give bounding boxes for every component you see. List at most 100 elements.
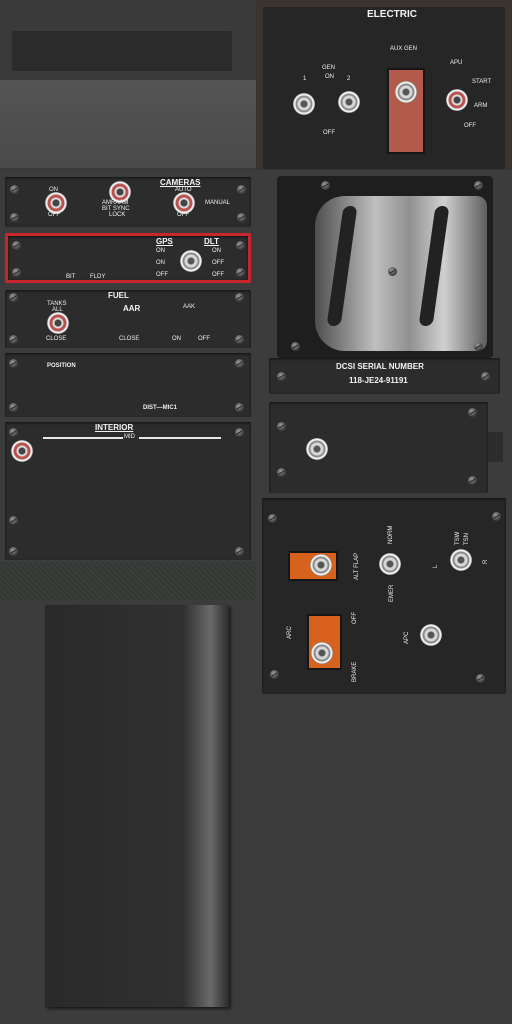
dlt-title: DLT [204, 237, 219, 246]
apu-start-label: START [472, 79, 492, 85]
dcsi-panel: DCSI SERIAL NUMBER 118-JE24-91191 [269, 358, 500, 394]
screw-icon [10, 185, 19, 194]
electric-panel: ELECTRIC AUX GEN GEN ON 1 2 OFF APU STAR… [263, 7, 505, 169]
screw-icon [235, 403, 244, 412]
screw-icon [235, 335, 244, 344]
lower-right-backdrop [256, 710, 512, 1024]
dlt-off-label-2: OFF [212, 272, 224, 278]
fuel-aak-label: AAK [183, 304, 196, 310]
screw-icon [268, 514, 277, 523]
screw-icon [237, 213, 246, 222]
cameras-off2-label: OFF [177, 212, 189, 218]
arc-brake-label: BRAKE [352, 661, 358, 682]
screw-icon [9, 547, 18, 556]
tsw-r-label: R [483, 559, 489, 564]
aux-gen-label: AUX GEN [390, 46, 418, 52]
cameras-manual-label: MANUAL [205, 200, 231, 206]
misc-toggle-switch[interactable] [306, 438, 328, 460]
interior-switch[interactable] [11, 440, 33, 462]
interior-rule-left [43, 437, 123, 439]
screw-icon [12, 241, 21, 250]
gen-1-switch[interactable] [293, 93, 315, 115]
apu-arm-label: ARM [474, 103, 488, 109]
screw-icon [236, 241, 245, 250]
gps-on-label-1: ON [156, 248, 165, 254]
screw-icon [270, 670, 279, 679]
cameras-off-label: OFF [48, 212, 60, 218]
fuel-close2-label: CLOSE [119, 336, 140, 342]
interior-mid-label: MID [124, 434, 135, 440]
fuel-aar-label: AAR [123, 304, 141, 313]
gps-off-label: OFF [156, 272, 168, 278]
screw-icon [277, 422, 286, 431]
gen-on-label: ON [325, 74, 334, 80]
gen-1-label: 1 [303, 76, 307, 82]
flap-emer-label: EMER [389, 584, 395, 602]
fuel-panel: FUEL TANKS ALL CLOSE AAR AAK CLOSE ON OF… [5, 290, 251, 348]
gps-on-label-2: ON [156, 260, 165, 266]
screw-icon [9, 403, 18, 412]
screw-icon [235, 428, 244, 437]
grip-housing [277, 176, 493, 358]
screw-icon [9, 428, 18, 437]
flap-mode-switch[interactable] [379, 553, 401, 575]
screw-icon [476, 674, 485, 683]
screw-icon [235, 547, 244, 556]
interior-rule-right [139, 437, 221, 439]
screw-icon [277, 468, 286, 477]
screw-icon [10, 213, 19, 222]
cameras-lock-label: LOCK [109, 212, 126, 218]
screw-icon [12, 268, 21, 277]
interior-panel: INTERIOR MID [5, 422, 251, 560]
apu-off-label: OFF [464, 123, 476, 129]
gps-fldy-label: FLDY [90, 274, 106, 280]
blank-display-strip [12, 31, 232, 71]
alt-flap-switch[interactable] [310, 554, 332, 576]
textured-strip [0, 562, 256, 600]
fuel-on-label: ON [172, 336, 181, 342]
screw-icon [321, 181, 330, 190]
cameras-panel: CAMERAS ON OFF AMRAAM BIT SYNC LOCK AUTO… [5, 177, 251, 227]
alt-flap-label: ALT FLAP [354, 552, 360, 580]
flap-norm-label: NORM [388, 525, 394, 544]
aux-gen-switch[interactable] [395, 81, 417, 103]
tsw-switch[interactable] [450, 549, 472, 571]
gray-band [0, 80, 256, 168]
screw-icon [481, 372, 490, 381]
screw-icon [468, 408, 477, 417]
apu-switch[interactable] [446, 89, 468, 111]
arc-switch[interactable] [311, 642, 333, 664]
apc-switch[interactable] [420, 624, 442, 646]
gen-2-label: 2 [347, 76, 351, 82]
position-dist-label: DIST—MIC1 [143, 405, 178, 411]
screw-icon [9, 359, 18, 368]
interior-title: INTERIOR [95, 423, 134, 432]
gps-bit-label: BIT [66, 274, 76, 280]
cameras-title: CAMERAS [160, 178, 201, 187]
electric-title: ELECTRIC [367, 9, 417, 20]
dcsi-serial: 118-JE24-91191 [349, 376, 408, 385]
arc-label: ARC [287, 626, 293, 639]
fuel-off-label: OFF [198, 336, 210, 342]
apu-label: APU [450, 60, 463, 66]
screw-icon [9, 293, 18, 302]
cameras-mode-switch[interactable] [173, 192, 195, 214]
screw-icon [235, 359, 244, 368]
gps-dlt-switch[interactable] [180, 250, 202, 272]
flaps-panel: ALT FLAP NORM EMER TSW TSN L R ARC OFF B… [262, 498, 506, 694]
fuel-title: FUEL [108, 291, 129, 300]
cameras-left-switch[interactable] [45, 192, 67, 214]
misc-panel-tab [488, 432, 503, 462]
dcsi-title: DCSI SERIAL NUMBER [336, 362, 424, 371]
screw-icon [474, 342, 483, 351]
screw-icon [9, 516, 18, 525]
dlt-on-label: ON [212, 248, 221, 254]
screw-icon [9, 335, 18, 344]
gen-2-switch[interactable] [338, 91, 360, 113]
gen-label: GEN [322, 65, 336, 71]
gps-title: GPS [156, 237, 173, 246]
screw-icon [277, 372, 286, 381]
dlt-off-label-1: OFF [212, 260, 224, 266]
arc-off-label: OFF [352, 612, 358, 624]
fuel-tanks-switch[interactable] [47, 312, 69, 334]
